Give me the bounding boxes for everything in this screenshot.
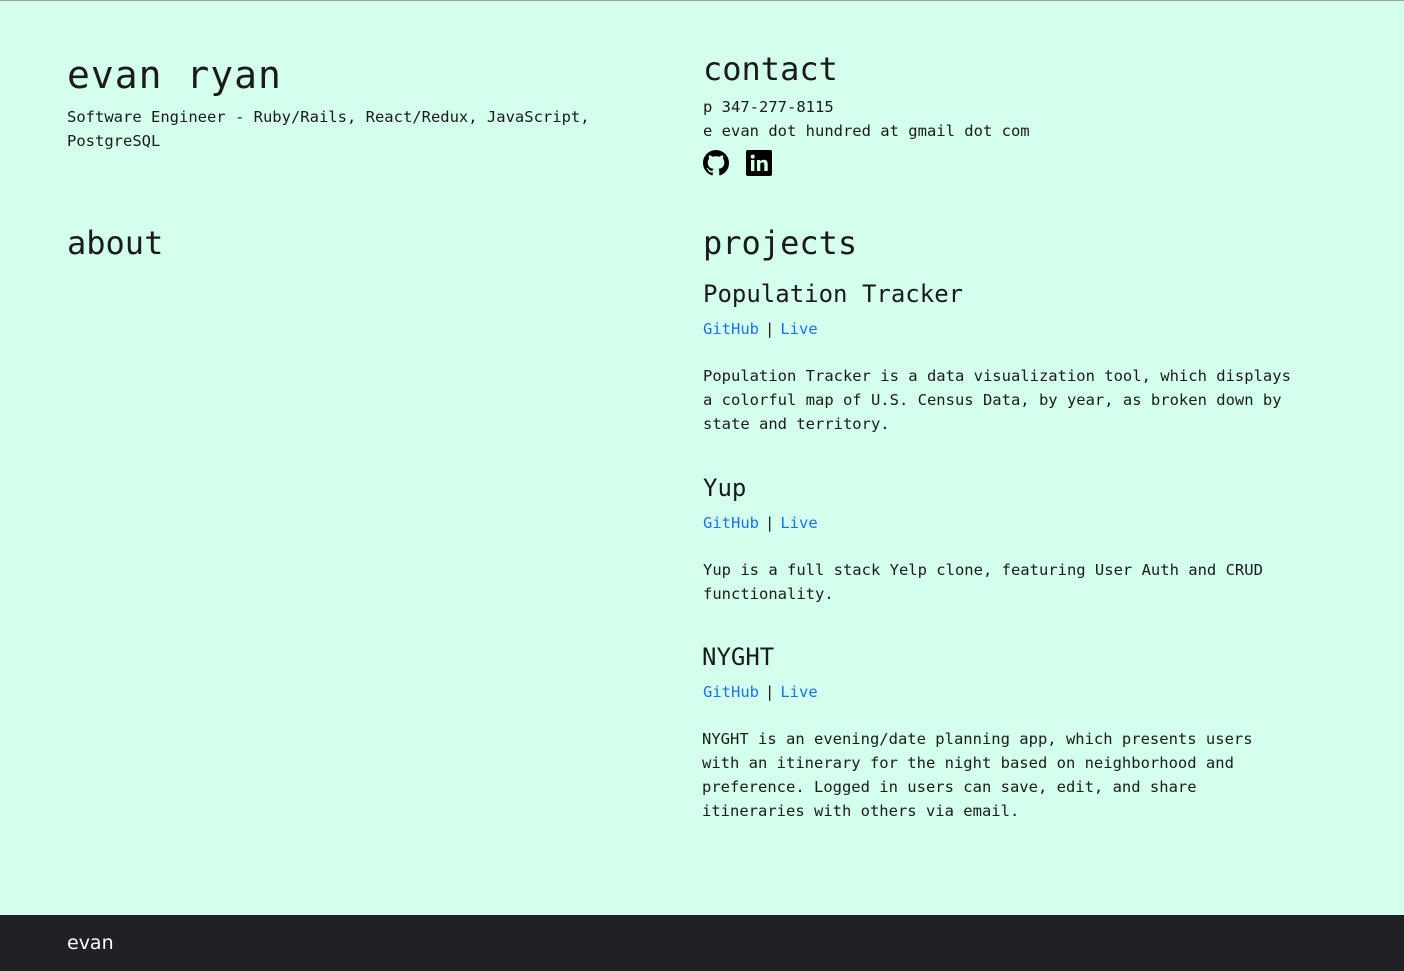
contact-email: e evan dot hundred at gmail dot com bbox=[703, 122, 1030, 140]
link-separator: | bbox=[765, 320, 775, 338]
contact-phone: p 347-277-8115 bbox=[703, 98, 834, 116]
link-separator: | bbox=[765, 683, 775, 701]
project-links: GitHub | Live bbox=[703, 318, 1303, 340]
project-links: GitHub | Live bbox=[703, 512, 1303, 534]
footer: evan bbox=[0, 915, 1404, 971]
project-title: Population Tracker bbox=[703, 280, 964, 308]
project-description: Population Tracker is a data visualizati… bbox=[703, 367, 1291, 433]
project-links: GitHub | Live bbox=[702, 681, 1302, 703]
project-title: Yup bbox=[703, 474, 747, 502]
project-title: NYGHT bbox=[702, 643, 775, 671]
github-link[interactable]: GitHub bbox=[703, 320, 759, 338]
linkedin-icon[interactable] bbox=[746, 150, 772, 176]
project-description: Yup is a full stack Yelp clone, featurin… bbox=[703, 561, 1263, 603]
live-link[interactable]: Live bbox=[780, 683, 817, 701]
tagline: Software Engineer - Ruby/Rails, React/Re… bbox=[67, 108, 590, 150]
projects-heading: projects bbox=[703, 224, 858, 262]
footer-text: evan bbox=[67, 932, 114, 954]
contact-heading: contact bbox=[703, 50, 838, 88]
social-links bbox=[703, 150, 772, 176]
project-description: NYGHT is an evening/date planning app, w… bbox=[702, 730, 1253, 820]
github-icon[interactable] bbox=[703, 150, 729, 176]
github-link[interactable]: GitHub bbox=[703, 514, 759, 532]
live-link[interactable]: Live bbox=[780, 320, 817, 338]
live-link[interactable]: Live bbox=[780, 514, 817, 532]
about-heading: about bbox=[67, 224, 164, 262]
project-population-tracker: Population Tracker GitHub | Live Populatio… bbox=[703, 279, 1303, 436]
project-yup: Yup GitHub | Live Yup is a full stack Yelp… bbox=[703, 473, 1303, 606]
github-link[interactable]: GitHub bbox=[703, 683, 759, 701]
project-nyght: NYGHT GitHub | Live NYGHT is an evening/da… bbox=[702, 642, 1302, 823]
link-separator: | bbox=[765, 514, 775, 532]
page-title: evan ryan bbox=[67, 53, 282, 97]
